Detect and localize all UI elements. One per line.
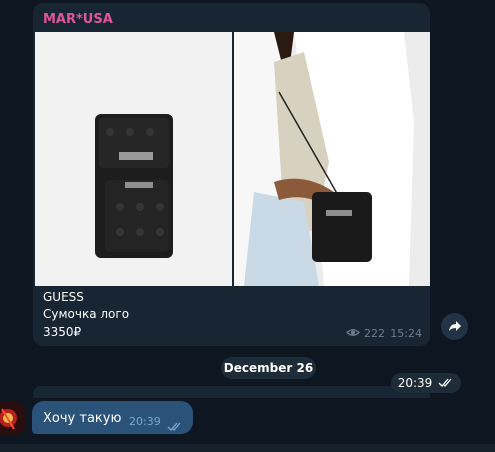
post-time: 15:24 [390, 327, 422, 340]
forward-button[interactable] [441, 313, 468, 340]
eye-icon [346, 327, 360, 340]
model-image [234, 32, 430, 286]
channel-name[interactable]: MAR*USA [43, 12, 113, 27]
partial-message-bubble[interactable] [33, 386, 430, 398]
caption-price: 3350₽ [43, 325, 82, 339]
composer-area-edge [0, 444, 495, 452]
double-check-icon [438, 376, 454, 390]
caption-brand: GUESS [43, 290, 84, 304]
channel-post-bubble[interactable]: MAR*USA GUESS Сумочка лого 3350₽ 222 15:… [33, 3, 430, 346]
double-check-icon [167, 416, 183, 435]
sticker-time: 20:39 [397, 376, 433, 390]
avatar[interactable] [0, 401, 26, 435]
product-photo-bag[interactable] [35, 32, 232, 286]
outgoing-message-bubble[interactable]: Хочу такую 20:39 [32, 401, 193, 434]
views-count: 222 [346, 327, 385, 340]
sticker-time-badge: 20:39 [391, 373, 461, 393]
views-value: 222 [364, 327, 385, 340]
forward-arrow-icon [448, 317, 462, 336]
product-photo-model[interactable] [234, 32, 430, 286]
caption-title: Сумочка лого [43, 307, 130, 321]
bag-image [35, 32, 232, 286]
date-separator: December 26 [221, 357, 316, 379]
message-time: 20:39 [129, 415, 161, 428]
message-text: Хочу такую [43, 411, 122, 426]
